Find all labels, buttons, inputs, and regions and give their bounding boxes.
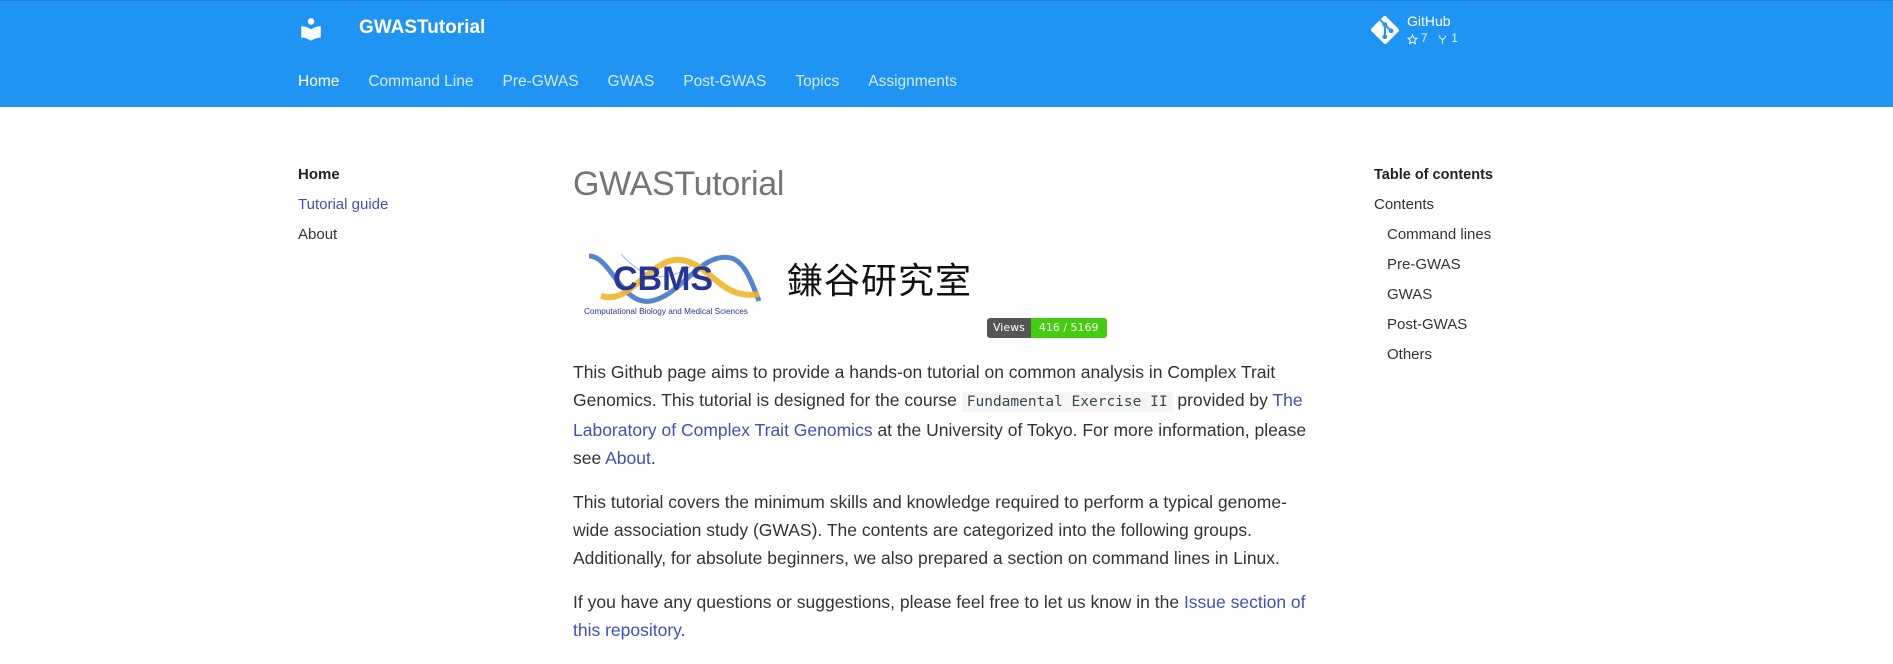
tab-post-gwas[interactable]: Post-GWAS [683, 71, 766, 93]
fork-icon [1439, 34, 1447, 44]
scope-paragraph: This tutorial covers the minimum skills … [573, 492, 1287, 568]
toc-item-others[interactable]: Others [1374, 344, 1614, 366]
views-badge-label: Views [987, 318, 1031, 338]
repo-name: GitHub [1407, 13, 1451, 29]
toc-item-gwas[interactable]: GWAS [1374, 284, 1614, 306]
views-badge: Views 416 / 5169 [987, 318, 1107, 338]
git-icon [1371, 16, 1399, 44]
cbms-logo-icon: CBMS Computational Biology and Medical S… [584, 253, 761, 316]
toc-item-command-lines[interactable]: Command lines [1374, 224, 1614, 246]
main-content: GWASTutorial CBMS Computational Biology … [573, 161, 1311, 660]
toc-title: Table of contents [1374, 167, 1493, 183]
toc-item-pre-gwas[interactable]: Pre-GWAS [1374, 254, 1614, 276]
tab-command-line[interactable]: Command Line [368, 71, 473, 93]
sidebar-item-about[interactable]: About [298, 224, 538, 246]
tab-home[interactable]: Home [298, 71, 339, 93]
lab-banner: CBMS Computational Biology and Medical S… [573, 234, 1311, 344]
header-tabs: Home Command Line Pre-GWAS GWAS Post-GWA… [298, 71, 986, 93]
cbms-logo-text: CBMS [613, 260, 713, 298]
repo-stars: 7 [1407, 31, 1427, 47]
course-name-code: Fundamental Exercise II [961, 392, 1173, 412]
toc-item-post-gwas[interactable]: Post-GWAS [1374, 314, 1614, 336]
sidebar-title: Home [298, 166, 340, 183]
repo-forks: 1 [1437, 31, 1458, 47]
toc-item-contents[interactable]: Contents [1374, 194, 1614, 216]
page-title: GWASTutorial [573, 165, 785, 203]
repo-link[interactable]: GitHub 7 1 [1371, 13, 1458, 47]
table-of-contents: Table of contents Contents Command lines… [1374, 164, 1614, 374]
primary-sidebar: Home Tutorial guide About [298, 164, 538, 254]
cbms-logo-subtitle: Computational Biology and Medical Scienc… [584, 307, 748, 316]
views-badge-value: 416 / 5169 [1030, 318, 1107, 338]
site-title[interactable]: GWASTutorial [359, 16, 485, 40]
tab-assignments[interactable]: Assignments [868, 71, 957, 93]
top-header: GWASTutorial Home Command Line Pre-GWAS … [0, 0, 1893, 107]
tab-gwas[interactable]: GWAS [608, 71, 655, 93]
tab-topics[interactable]: Topics [795, 71, 839, 93]
lab-name: 鎌谷研究室 [787, 261, 973, 302]
tab-pre-gwas[interactable]: Pre-GWAS [502, 71, 578, 93]
star-icon [1407, 33, 1418, 45]
contact-paragraph: If you have any questions or suggestions… [573, 592, 1306, 640]
book-reader-logo-icon[interactable] [298, 16, 324, 42]
sidebar-item-tutorial-guide[interactable]: Tutorial guide [298, 194, 538, 216]
about-link[interactable]: About [605, 448, 651, 468]
intro-paragraph: This Github page aims to provide a hands… [573, 362, 1307, 468]
